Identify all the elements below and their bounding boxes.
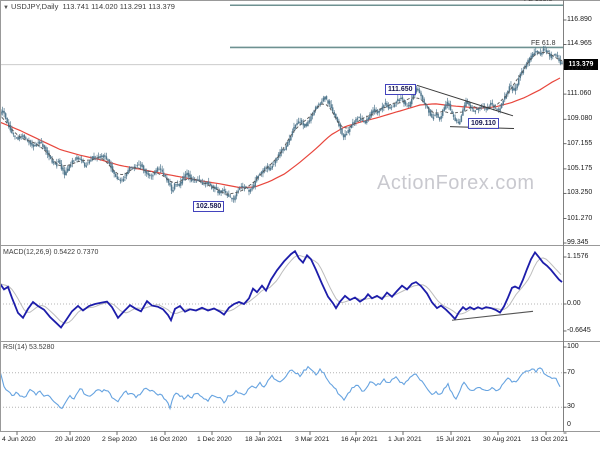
date-tick-label: 16 Apr 2021	[341, 436, 378, 443]
date-tick-label: 18 Jan 2021	[245, 436, 283, 443]
axis-tick-label: 0	[567, 421, 571, 428]
date-tick-label: 1 Dec 2020	[197, 436, 232, 443]
date-tick-label: 3 Mar 2021	[295, 436, 330, 443]
symbol-timeframe-label: USDJPY,Daily	[10, 2, 59, 11]
axis-tick-label: 103.250	[567, 189, 593, 197]
chart-header: ▼ USDJPY,Daily 113.741 114.020 113.291 11…	[3, 2, 175, 11]
date-tick-label: 13 Oct 2021	[531, 436, 569, 443]
rsi-indicator-title: RSI(14) 53.5280	[3, 344, 55, 351]
axis-tick-label: 114.965	[567, 40, 592, 48]
axis-tick-label: 116.890	[567, 16, 592, 23]
axis-tick-label: 70	[567, 368, 575, 376]
axis-tick-label: 30	[567, 403, 575, 411]
date-tick-label: 30 Aug 2021	[483, 436, 522, 443]
date-tick-label: 16 Oct 2020	[150, 436, 188, 443]
axis-tick-label: 1.1576	[567, 253, 589, 260]
axis-tick-label: 109.080	[567, 115, 593, 123]
price-label-support[interactable]: 109.110	[468, 118, 499, 129]
watermark: ActionForex.com	[377, 172, 535, 194]
axis-tick-label: 111.060	[567, 90, 592, 98]
ohlc-values: 113.741 114.020 113.291 113.379	[62, 2, 175, 11]
axis-tick-label: -0.6645	[567, 326, 591, 334]
axis-tick-label: 101.270	[567, 214, 593, 222]
price-label-high[interactable]: 111.650	[385, 84, 416, 95]
date-tick-label: 2 Sep 2020	[102, 436, 137, 443]
date-tick-label: 15 Jul 2021	[436, 436, 472, 443]
fib-expansion-618-label[interactable]: FE 61.8	[531, 40, 556, 47]
axis-tick-label: 113.040	[567, 64, 592, 72]
fib-expansion-100-label[interactable]: FE 100.0	[524, 0, 552, 3]
date-tick-label: 4 Jun 2020	[2, 436, 36, 443]
macd-indicator-title: MACD(12,26,9) 0.5422 0.7370	[3, 249, 99, 256]
trading-chart-window: ▼ USDJPY,Daily 113.741 114.020 113.291 11…	[0, 0, 600, 450]
chart-canvas[interactable]	[0, 0, 600, 450]
chevron-down-icon[interactable]: ▼	[3, 5, 9, 11]
date-tick-label: 1 Jun 2021	[388, 436, 422, 443]
axis-tick-label: 107.155	[567, 139, 593, 147]
date-tick-label: 20 Jul 2020	[55, 436, 91, 443]
axis-tick-label: 100	[567, 343, 579, 350]
price-label-low[interactable]: 102.580	[193, 201, 225, 212]
axis-tick-label: 99.345	[567, 238, 589, 246]
axis-tick-label: 0.00	[567, 300, 581, 307]
axis-tick-label: 105.175	[567, 164, 593, 172]
